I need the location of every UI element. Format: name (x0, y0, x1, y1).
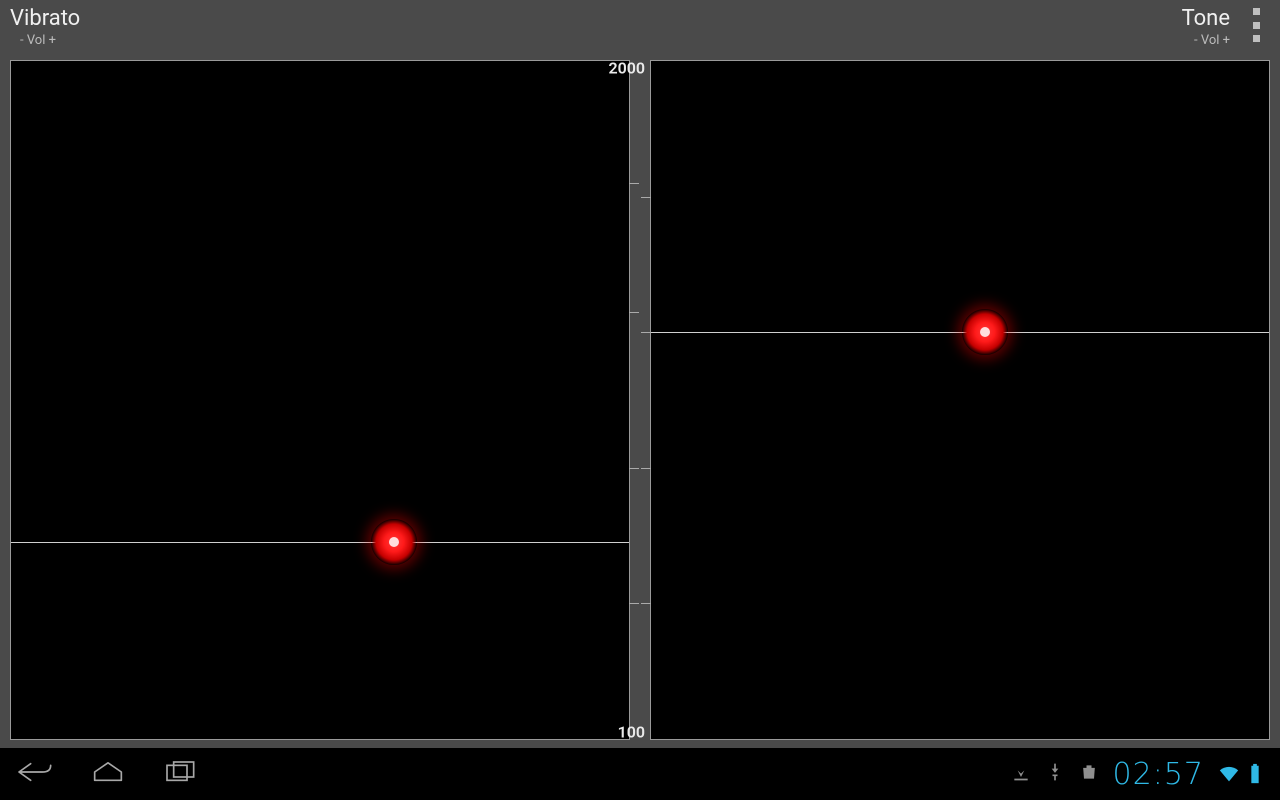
usb-icon (1045, 762, 1065, 786)
tick-mark (641, 603, 651, 604)
shop-icon (1079, 762, 1099, 786)
tone-ticks (641, 61, 651, 739)
tone-value-line (651, 332, 1269, 333)
tick-mark (641, 468, 651, 469)
tone-title: Tone (1182, 6, 1230, 31)
vibrato-ticks (629, 61, 639, 739)
nav-buttons-group (14, 758, 202, 790)
wifi-icon (1218, 763, 1240, 785)
tone-axis-max: 2000 (608, 58, 645, 77)
vibrato-value-line (11, 542, 629, 543)
app-header: Vibrato - Vol + Tone - Vol + (0, 0, 1280, 60)
menu-dot-icon (1253, 22, 1260, 29)
wifi-battery-group (1218, 763, 1266, 785)
status-area[interactable]: 02:57 (1011, 757, 1266, 792)
vibrato-touchpad[interactable] (10, 60, 630, 740)
battery-icon (1244, 763, 1266, 785)
home-icon (88, 758, 128, 786)
vibrato-title: Vibrato (10, 6, 80, 31)
tone-touchpad[interactable]: 2000 100 (650, 60, 1270, 740)
pad-area: 2000 100 (0, 60, 1280, 748)
tone-volume-label: - Vol + (1182, 33, 1230, 48)
tone-pad-column: 2000 100 (650, 60, 1270, 740)
vibrato-pad-column (10, 60, 630, 740)
tick-mark (641, 197, 651, 198)
tick-mark (629, 183, 639, 184)
back-icon (14, 758, 54, 786)
tone-axis-min: 100 (618, 723, 645, 742)
header-right-group: Tone - Vol + (1182, 6, 1230, 48)
tick-mark (629, 603, 639, 604)
download-icon (1011, 762, 1031, 786)
status-clock: 02:57 (1113, 757, 1204, 792)
menu-dot-icon (1253, 35, 1260, 42)
overflow-menu-button[interactable] (1246, 8, 1266, 42)
back-button[interactable] (14, 758, 54, 790)
home-button[interactable] (88, 758, 128, 790)
tick-mark (629, 312, 639, 313)
header-left-group: Vibrato - Vol + (10, 6, 80, 48)
vibrato-volume-label: - Vol + (10, 33, 80, 48)
tick-mark (629, 468, 639, 469)
menu-dot-icon (1253, 8, 1260, 15)
recents-button[interactable] (162, 758, 202, 790)
recents-icon (162, 758, 202, 786)
tick-mark (641, 332, 651, 333)
android-navbar: 02:57 (0, 748, 1280, 800)
